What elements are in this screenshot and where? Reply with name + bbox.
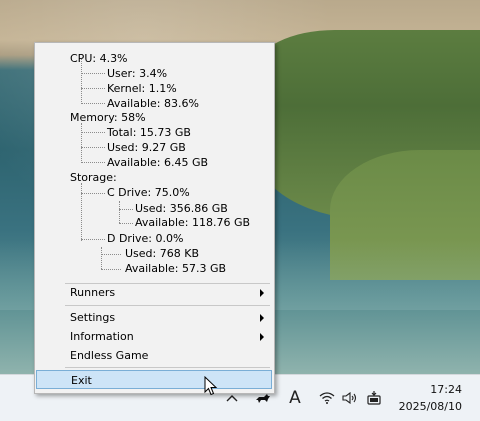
memory-used: Used: 9.27 GB — [107, 141, 186, 154]
menu-separator — [65, 305, 270, 306]
clock-date: 2025/08/10 — [398, 400, 462, 413]
tree-connector — [119, 201, 120, 223]
submenu-arrow-icon — [260, 333, 264, 341]
tree-connector — [81, 73, 105, 74]
memory-total: Total: 15.73 GB — [107, 126, 191, 139]
menu-item-exit[interactable]: Exit — [36, 370, 272, 389]
memory-usage: Memory: 58% — [70, 111, 146, 124]
tree-connector — [81, 88, 105, 89]
tree-connector — [101, 254, 121, 255]
cpu-kernel: Kernel: 1.1% — [107, 82, 177, 95]
tree-connector — [81, 162, 105, 163]
d-drive-available: Available: 57.3 GB — [125, 262, 227, 275]
menu-item-runners[interactable]: Runners — [36, 283, 272, 302]
menu-separator — [65, 367, 270, 368]
tree-connector — [81, 193, 105, 194]
submenu-arrow-icon — [260, 289, 264, 297]
tree-connector — [81, 132, 105, 133]
cpu-available: Available: 83.6% — [107, 97, 199, 110]
mouse-cursor-icon — [204, 375, 218, 399]
memory-available: Available: 6.45 GB — [107, 156, 209, 169]
tree-connector — [119, 209, 133, 210]
speaker-icon[interactable] — [340, 375, 360, 421]
cpu-usage: CPU: 4.3% — [70, 52, 128, 65]
battery-icon[interactable] — [364, 375, 384, 421]
tree-connector — [81, 183, 82, 241]
submenu-arrow-icon — [260, 314, 264, 322]
c-drive-usage: C Drive: 75.0% — [107, 186, 190, 199]
tree-connector — [81, 123, 82, 163]
menu-item-label: Runners — [70, 286, 116, 299]
menu-item-label: Endless Game — [70, 349, 149, 362]
menu-item-label: Information — [70, 330, 134, 343]
cpu-user: User: 3.4% — [107, 67, 168, 80]
tree-connector — [101, 247, 102, 269]
menu-item-settings[interactable]: Settings — [36, 308, 272, 327]
tree-connector — [81, 239, 105, 240]
menu-item-endless-game[interactable]: Endless Game — [36, 346, 272, 365]
tree-connector — [81, 103, 105, 104]
ime-indicator[interactable]: A — [285, 375, 305, 421]
menu-item-label: Exit — [71, 374, 92, 387]
menu-item-information[interactable]: Information — [36, 327, 272, 346]
wifi-icon[interactable] — [317, 375, 337, 421]
taskbar-clock[interactable]: 17:24 2025/08/10 — [399, 381, 462, 415]
d-drive-used: Used: 768 KB — [125, 247, 199, 260]
storage-heading: Storage: — [70, 171, 117, 184]
d-drive-usage: D Drive: 0.0% — [107, 232, 184, 245]
tray-context-menu: CPU: 4.3% User: 3.4% Kernel: 1.1% Availa… — [34, 42, 275, 394]
tree-connector — [81, 147, 105, 148]
c-drive-available: Available: 118.76 GB — [135, 216, 251, 229]
menu-item-label: Settings — [70, 311, 116, 324]
tree-connector — [101, 269, 121, 270]
c-drive-used: Used: 356.86 GB — [135, 202, 228, 215]
tree-connector — [119, 223, 133, 224]
clock-time: 17:24 — [430, 383, 462, 396]
